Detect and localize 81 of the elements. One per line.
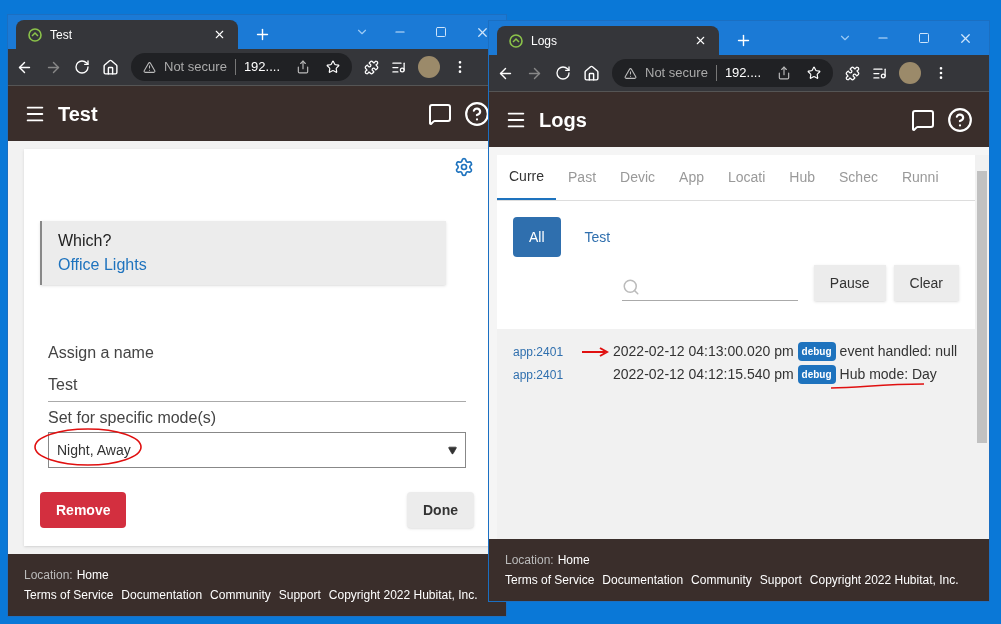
search-icon (621, 277, 640, 296)
security-label: Not secure (645, 64, 708, 83)
close-icon[interactable] (694, 34, 707, 47)
footer-link[interactable]: Community (210, 586, 271, 604)
log-source-link[interactable]: app:2401 (513, 365, 577, 384)
annotation-arrow (581, 346, 609, 357)
avatar[interactable] (899, 62, 921, 84)
browser-tab[interactable]: Test (16, 20, 238, 49)
copyright-text: Copyright 2022 Hubitat, Inc. (809, 572, 959, 589)
footer-link[interactable]: Terms of Service (505, 571, 595, 589)
scrollbar[interactable] (975, 155, 989, 539)
remove-button[interactable]: Remove (40, 492, 127, 528)
tab-title: Logs (531, 32, 559, 50)
log-level-badge: debug (797, 342, 836, 361)
help-icon[interactable] (464, 100, 490, 127)
device-card[interactable]: Which? Office Lights (40, 221, 446, 285)
warning-icon (143, 60, 156, 74)
location-value: Home (557, 552, 590, 569)
maximize-icon[interactable] (435, 26, 447, 38)
playlist-icon[interactable] (391, 59, 406, 75)
address-bar[interactable]: Not secure 192.... (131, 53, 352, 81)
mode-select[interactable]: Night, Away (48, 432, 466, 468)
maximize-icon[interactable] (918, 32, 930, 44)
log-tab[interactable]: Curre (497, 155, 556, 200)
done-button[interactable]: Done (407, 492, 474, 528)
location-label: Location: (505, 552, 554, 569)
warning-icon (624, 66, 637, 80)
footer-link[interactable]: Terms of Service (24, 586, 114, 604)
footer-link[interactable]: Support (759, 571, 802, 589)
action-button[interactable]: Clear (893, 265, 959, 301)
star-icon[interactable] (326, 60, 340, 74)
tab-title: Test (50, 26, 73, 44)
address-bar[interactable]: Not secure 192.... (612, 59, 833, 87)
share-icon[interactable] (777, 66, 791, 80)
log-message: event handled: null (839, 342, 958, 361)
share-icon[interactable] (296, 60, 310, 74)
reload-icon[interactable] (74, 59, 90, 75)
security-label: Not secure (164, 58, 227, 77)
location-label: Location: (24, 567, 73, 584)
location-value: Home (76, 567, 109, 584)
hub-logo-icon (509, 33, 523, 48)
settings-icon[interactable] (454, 157, 474, 177)
puzzle-icon[interactable] (364, 59, 379, 75)
browser-tab[interactable]: Logs (497, 26, 719, 55)
device-label: Which? (58, 231, 113, 251)
filter-button[interactable]: All (513, 217, 561, 257)
log-time: 2022-02-12 04:12:15.540 pm (613, 365, 794, 384)
playlist-icon[interactable] (872, 65, 887, 81)
log-level-badge: debug (797, 365, 836, 384)
footer-link[interactable]: Documentation (121, 586, 203, 604)
action-button[interactable]: Pause (813, 265, 886, 301)
name-field[interactable]: Test (48, 365, 466, 402)
new-tab-icon[interactable] (254, 26, 271, 43)
log-source-link[interactable]: app:2401 (513, 342, 577, 361)
url-text: 192.... (243, 58, 280, 77)
field-label: Set for specific mode(s) (48, 408, 218, 428)
footer-link[interactable]: Documentation (602, 571, 684, 589)
chat-icon[interactable] (911, 107, 935, 132)
reload-icon[interactable] (555, 65, 571, 81)
page-title: Logs (539, 107, 588, 133)
puzzle-icon[interactable] (845, 65, 860, 81)
footer-link[interactable]: Community (691, 571, 752, 589)
page-title: Test (58, 101, 99, 127)
footer-link[interactable]: Support (278, 586, 321, 604)
log-message: Hub mode: Day (839, 364, 937, 385)
home-icon[interactable] (583, 64, 600, 82)
filter-button[interactable]: Test (568, 217, 627, 257)
close-icon[interactable] (213, 28, 226, 41)
avatar[interactable] (418, 56, 440, 78)
log-time: 2022-02-12 04:13:00.020 pm (613, 342, 794, 361)
star-icon[interactable] (807, 66, 821, 80)
chat-icon[interactable] (428, 101, 452, 126)
help-icon[interactable] (947, 106, 973, 133)
hub-logo-icon (28, 27, 42, 42)
copyright-text: Copyright 2022 Hubitat, Inc. (328, 587, 478, 604)
new-tab-icon[interactable] (735, 32, 752, 49)
home-icon[interactable] (102, 58, 119, 76)
url-text: 192.... (724, 64, 761, 83)
caret-icon (448, 445, 457, 455)
field-label: Assign a name (48, 343, 155, 363)
device-link[interactable]: Office Lights (58, 253, 430, 277)
